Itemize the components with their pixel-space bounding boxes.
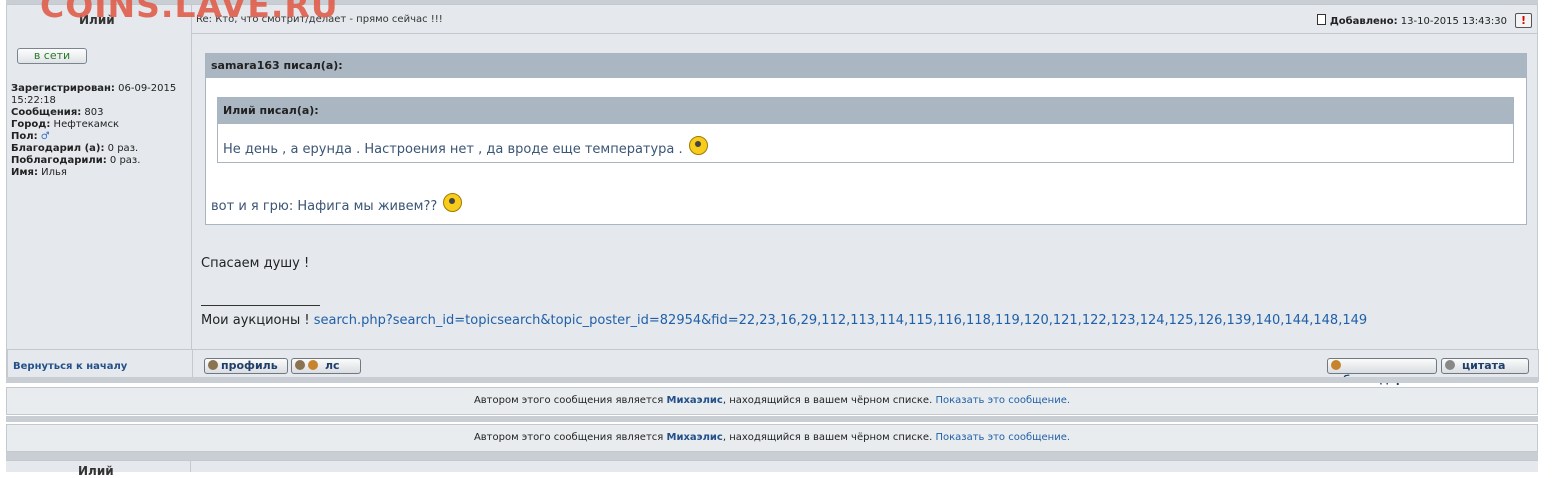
blocked-notice-prefix: Автором этого сообщения является: [473, 432, 664, 443]
gender-label: Пол:: [11, 131, 38, 142]
was-thanked-label: Поблагодарили:: [11, 155, 107, 166]
author-profile-info: Зарегистрирован: 06-09-2015 15:22:18 Соо…: [11, 83, 189, 179]
added-date: 13-10-2015 13:43:30: [1400, 16, 1507, 27]
quote-button-label: цитата: [1462, 359, 1506, 372]
blocked-notice-suffix: , находящийся в вашем чёрном списке.: [722, 395, 933, 406]
row-separator: [6, 416, 1538, 422]
show-post-link[interactable]: Показать это сообщение.: [935, 395, 1070, 406]
quote-inner-text: Не день , а ерунда . Настроения нет , да…: [223, 136, 708, 157]
quote-outer-body: вот и я грю: Нафига мы живем??: [211, 199, 438, 214]
quote-outer-header: samara163 писал(а):: [206, 54, 1526, 78]
users-icon: [308, 360, 318, 370]
next-post-author-panel: Илий: [6, 461, 191, 477]
signature: Мои аукционы ! search.php?search_id=topi…: [201, 313, 1367, 328]
next-post-row: Илий: [6, 460, 1538, 477]
blocked-post-notice: Автором этого сообщения является Михаэли…: [6, 424, 1538, 452]
smiley-icon: [443, 193, 463, 212]
quote-outer-text: вот и я грю: Нафига мы живем??: [211, 193, 463, 214]
back-to-top-link[interactable]: Вернуться к началу: [13, 361, 127, 372]
post-message: Спасаем душу !: [201, 256, 310, 271]
quote-button[interactable]: цитата: [1441, 358, 1529, 374]
quote-icon: [1445, 360, 1455, 370]
real-name-value: Илья: [41, 167, 67, 178]
smiley-icon: [688, 136, 708, 155]
signature-prefix: Мои аукционы !: [201, 313, 310, 328]
blocked-post-notice: Автором этого сообщения является Михаэли…: [6, 387, 1538, 415]
profile-button[interactable]: профиль: [204, 358, 288, 374]
signature-link[interactable]: search.php?search_id=topicsearch&topic_p…: [314, 313, 1367, 328]
forum-topic-view: Илий в сети Зарегистрирован: 06-09-2015 …: [6, 0, 1539, 477]
row-separator: [6, 377, 1538, 383]
messages-label: Сообщения:: [11, 107, 82, 118]
report-icon[interactable]: !: [1515, 13, 1532, 28]
blocked-author-name[interactable]: Михаэлис: [667, 432, 723, 443]
post-body-panel: Re: Кто, что смотрит/делает - прямо сейч…: [192, 5, 1537, 376]
male-icon: ♂: [40, 131, 50, 142]
author-panel: Илий в сети Зарегистрирован: 06-09-2015 …: [7, 5, 192, 376]
city-value: Нефтекамск: [53, 119, 119, 130]
quote-inner-header: Илий писал(а):: [218, 98, 1513, 124]
post-header: Re: Кто, что смотрит/делает - прямо сейч…: [192, 5, 1537, 34]
profile-button-label: профиль: [221, 359, 278, 372]
registered-label: Зарегистрирован:: [11, 83, 115, 94]
user-icon: [208, 360, 218, 370]
private-message-button[interactable]: лс: [291, 358, 361, 374]
blocked-author-name[interactable]: Михаэлис: [667, 395, 723, 406]
quote-outer: samara163 писал(а): Илий писал(а): Не де…: [205, 53, 1527, 225]
thanked-label: Благодарил (а):: [11, 143, 105, 154]
users-icon: [295, 360, 305, 370]
blocked-notice-prefix: Автором этого сообщения является: [473, 395, 664, 406]
signature-divider: [201, 305, 320, 306]
quote-inner: Илий писал(а): Не день , а ерунда . Наст…: [217, 97, 1514, 163]
added-label: Добавлено:: [1329, 16, 1398, 27]
city-label: Город:: [11, 119, 51, 130]
was-thanked-value: 0 раз.: [109, 155, 141, 166]
real-name-label: Имя:: [11, 167, 38, 178]
online-status-badge: в сети: [17, 48, 87, 64]
thank-button[interactable]: поблагодарить: [1327, 358, 1437, 386]
row-separator: [6, 452, 1538, 460]
pm-button-label: лс: [325, 359, 340, 372]
post-date: Добавлено: 13-10-2015 13:43:30: [1316, 14, 1507, 27]
next-post-author-name[interactable]: Илий: [78, 465, 114, 477]
post-row: Илий в сети Зарегистрирован: 06-09-2015 …: [6, 4, 1539, 386]
thumbs-up-icon: [1331, 360, 1341, 370]
blocked-notice-suffix: , находящийся в вашем чёрном списке.: [722, 432, 933, 443]
quote-inner-body: Не день , а ерунда . Настроения нет , да…: [223, 142, 683, 157]
messages-value: 803: [84, 107, 104, 118]
thanked-value: 0 раз.: [107, 143, 139, 154]
show-post-link[interactable]: Показать это сообщение.: [935, 432, 1070, 443]
document-icon[interactable]: [1316, 14, 1326, 25]
site-watermark: COINS.LAVE.RU: [40, 0, 339, 25]
